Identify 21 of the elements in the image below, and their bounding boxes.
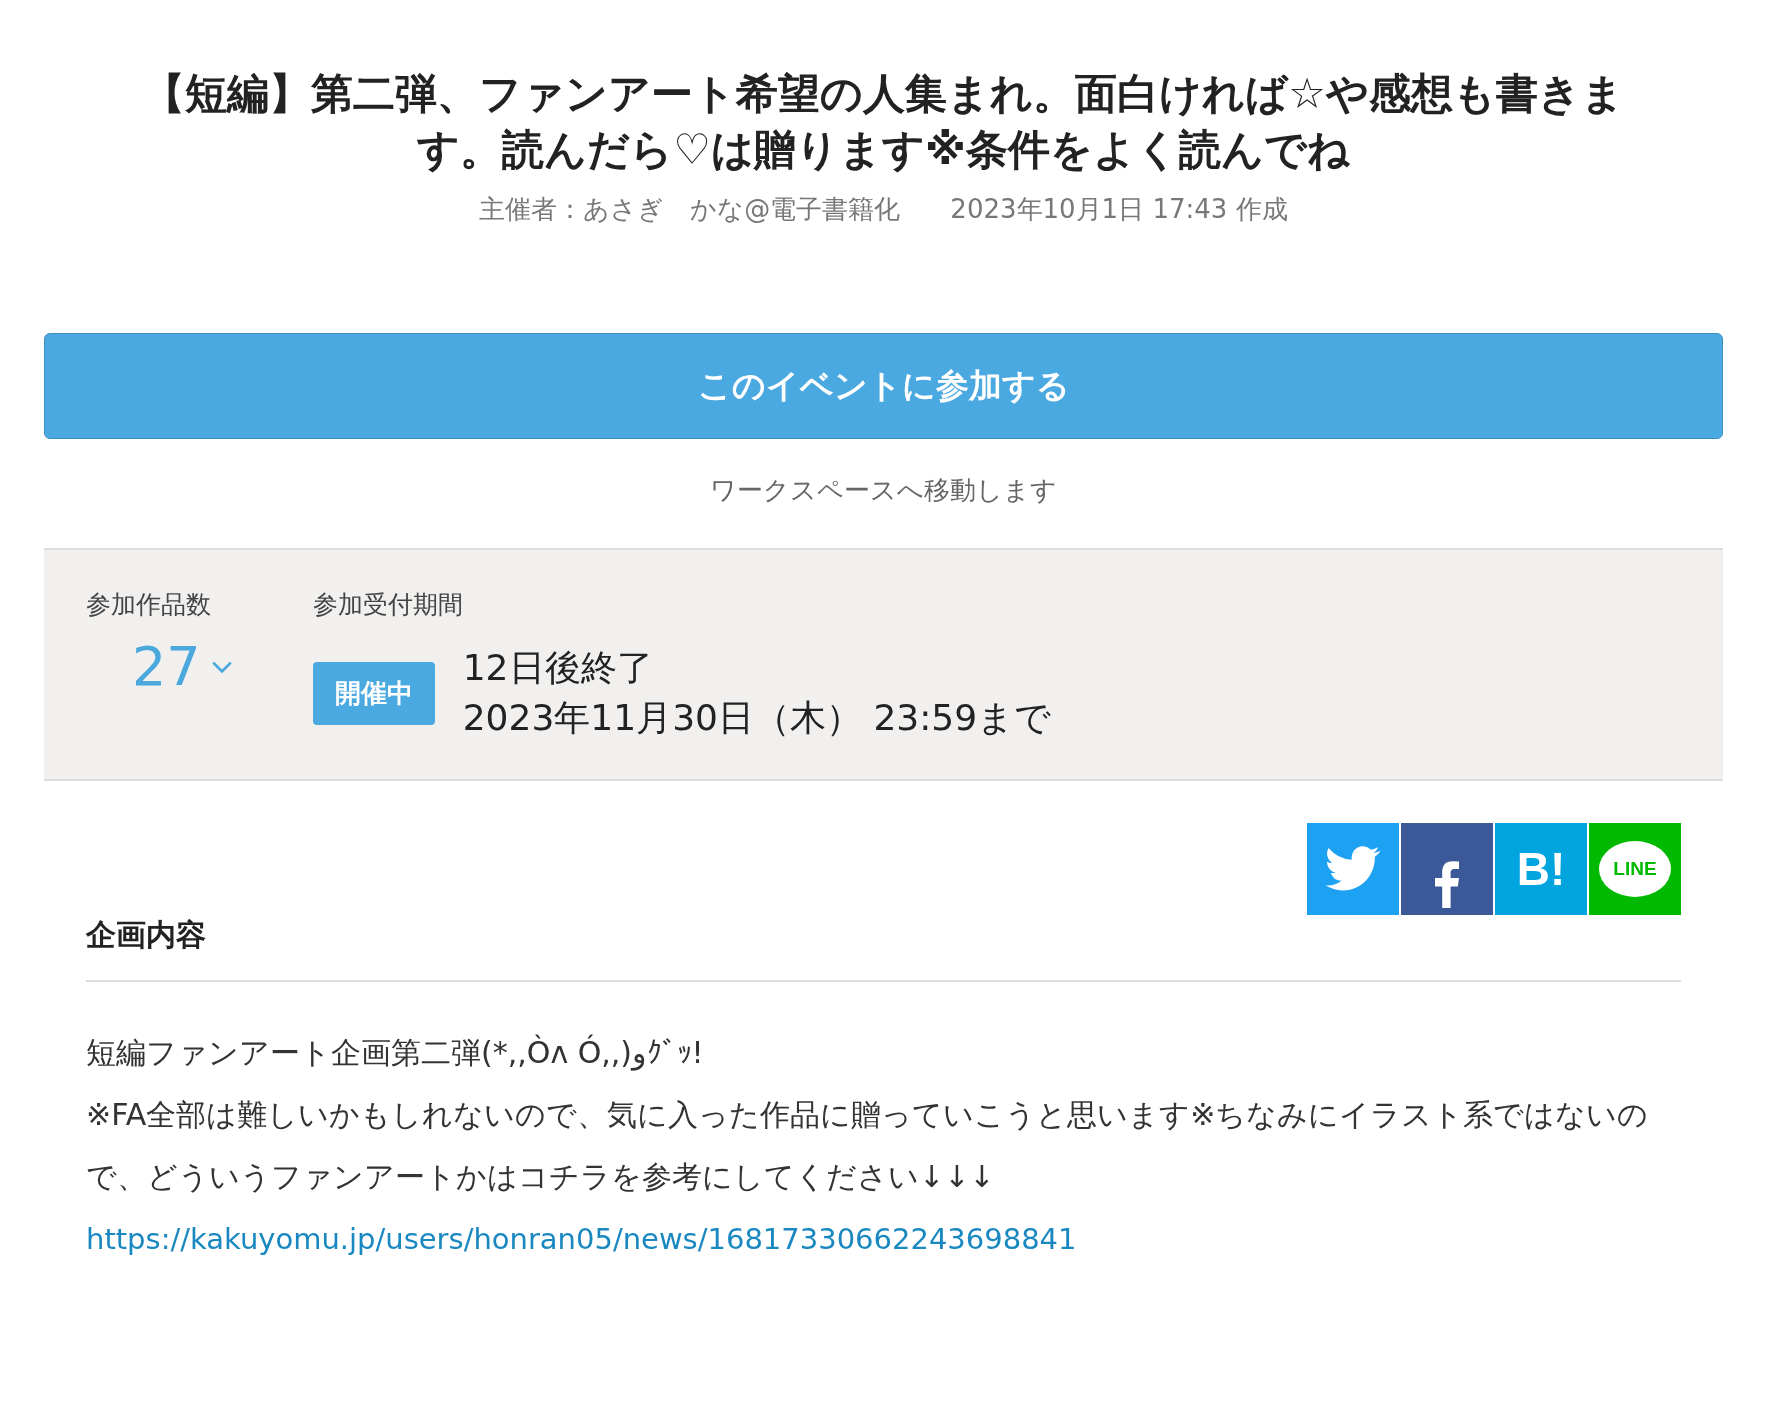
entries-label: 参加作品数 (86, 589, 212, 621)
deadline-text: 2023年11月30日（木） 23:59まで (462, 696, 1052, 740)
f-share-button[interactable] (1401, 823, 1493, 915)
reference-link[interactable]: https://kakuyomu.jp/users/honran05/news/16817330662243698841 (86, 1208, 1681, 1270)
event-title: 【短編】第二弾、ファンアート希望の人集まれ。面白ければ☆や感想も書きます。読んだら♡は贈ります※条件をよく読んでね (142, 68, 1625, 176)
description-text: ※FA全部は難しいかもしれないので、気に入った作品に贈っていこうと思います※ちなみにイラスト系ではないので、どういうファンアートかはコチラを参考にしてください↓↓↓ (86, 1096, 1650, 1196)
chevron-icon[interactable] (210, 659, 233, 674)
organizer-text: 主催者：あさぎ かな@電子書籍化 (479, 193, 901, 226)
section-heading: 企画内容 (86, 915, 1681, 982)
remaining-text: 12日後終了 (462, 646, 654, 690)
description-text: 短編ファンアート企画第二弾(*,,Òᴧ Ó,,)وｸﾞｯ! (86, 1033, 705, 1073)
bookmark-share-button[interactable]: B! (1495, 823, 1587, 915)
created-date: 2023年10月1日 17:43 作成 (950, 193, 1288, 226)
entries-count[interactable]: 27 (132, 635, 201, 698)
bird-icon (1325, 846, 1381, 892)
bird-share-button[interactable] (1307, 823, 1399, 915)
chat-share-button[interactable]: LINE (1589, 823, 1681, 915)
status-badge: 開催中 (312, 661, 435, 725)
join-event-button[interactable]: このイベントに参加する (44, 333, 1723, 439)
join-note: ワークスペースへ移動します (709, 474, 1058, 507)
period-label: 参加受付期間 (312, 589, 464, 621)
